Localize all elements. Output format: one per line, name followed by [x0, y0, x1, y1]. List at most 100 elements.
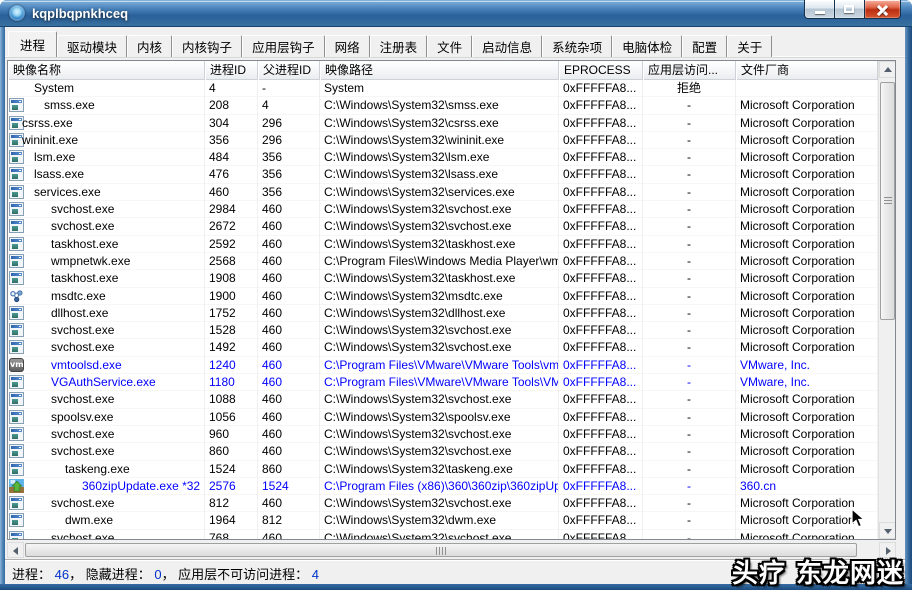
vertical-scrollbar-thumb[interactable]	[880, 82, 895, 320]
process-row-csrss-exe[interactable]: csrss.exe304296C:\Windows\System32\csrss…	[8, 115, 878, 132]
process-row-taskeng-exe[interactable]: taskeng.exe1524860C:\Windows\System32\ta…	[8, 461, 878, 478]
scroll-down-button[interactable]	[879, 522, 896, 539]
tab-3[interactable]: 内核钩子	[172, 35, 242, 57]
process-row-msdtc-exe[interactable]: msdtc.exe1900460C:\Windows\System32\msdt…	[8, 288, 878, 305]
column-header-access[interactable]: 应用层访问...	[643, 61, 736, 80]
cell-access: -	[643, 236, 736, 253]
process-row-taskhost-exe[interactable]: taskhost.exe1908460C:\Windows\System32\t…	[8, 270, 878, 287]
tab-process[interactable]: 进程	[8, 31, 57, 57]
process-row-svchost-exe[interactable]: svchost.exe1088460C:\Windows\System32\sv…	[8, 391, 878, 408]
application-icon	[9, 271, 24, 285]
process-row-system[interactable]: System4-System0xFFFFFA8...拒绝	[8, 80, 878, 97]
tab-5[interactable]: 网络	[325, 35, 370, 57]
process-row-vgauthservice-exe[interactable]: VGAuthService.exe1180460C:\Program Files…	[8, 374, 878, 391]
column-header-name[interactable]: 映像名称	[8, 61, 205, 80]
cell-access: -	[643, 495, 736, 512]
process-row-svchost-exe[interactable]: svchost.exe1492460C:\Windows\System32\sv…	[8, 339, 878, 356]
process-row-vmtoolsd-exe[interactable]: vmvmtoolsd.exe1240460C:\Program Files\VM…	[8, 357, 878, 374]
process-row-services-exe[interactable]: services.exe460356C:\Windows\System32\se…	[8, 184, 878, 201]
close-button[interactable]	[865, 0, 901, 19]
cell-pid: 356	[205, 132, 258, 149]
column-header-path[interactable]: 映像路径	[320, 61, 559, 80]
cell-eprocess: 0xFFFFFA8...	[559, 391, 643, 408]
tab-11[interactable]: 配置	[682, 35, 727, 57]
process-row-svchost-exe[interactable]: svchost.exe960460C:\Windows\System32\svc…	[8, 426, 878, 443]
cell-path: C:\Program Files (x86)\360\360zip\360zip…	[320, 478, 559, 495]
process-name: vmtoolsd.exe	[51, 357, 122, 374]
process-row-dwm-exe[interactable]: dwm.exe1964812C:\Windows\System32\dwm.ex…	[8, 512, 878, 529]
cell-name: services.exe	[8, 184, 205, 201]
tab-7[interactable]: 文件	[427, 35, 472, 57]
process-name: 360zipUpdate.exe *32	[82, 478, 200, 495]
process-row-spoolsv-exe[interactable]: spoolsv.exe1056460C:\Windows\System32\sp…	[8, 409, 878, 426]
maximize-button[interactable]	[835, 0, 865, 19]
tab-1[interactable]: 驱动模块	[57, 35, 127, 57]
cell-access: -	[643, 270, 736, 287]
process-name: csrss.exe	[22, 115, 73, 132]
process-row-svchost-exe[interactable]: svchost.exe768460C:\Windows\System32\svc…	[8, 530, 878, 539]
tab-6[interactable]: 注册表	[370, 35, 428, 57]
cell-ppid: 460	[258, 236, 320, 253]
cell-path: C:\Windows\System32\taskhost.exe	[320, 270, 559, 287]
process-row-taskhost-exe[interactable]: taskhost.exe2592460C:\Windows\System32\t…	[8, 236, 878, 253]
cell-eprocess: 0xFFFFFA8...	[559, 357, 643, 374]
cell-access: -	[643, 478, 736, 495]
process-row-wmpnetwk-exe[interactable]: wmpnetwk.exe2568460C:\Program Files\Wind…	[8, 253, 878, 270]
title-bar[interactable]: kqplbqpnkhceq	[0, 0, 912, 27]
process-row-smss-exe[interactable]: smss.exe2084C:\Windows\System32\smss.exe…	[8, 97, 878, 114]
cell-pid: 2568	[205, 253, 258, 270]
cell-ppid: 296	[258, 132, 320, 149]
process-row-svchost-exe[interactable]: svchost.exe812460C:\Windows\System32\svc…	[8, 495, 878, 512]
cell-path: C:\Windows\System32\lsass.exe	[320, 166, 559, 183]
maximize-icon	[844, 5, 854, 13]
application-icon	[9, 392, 24, 406]
tab-8[interactable]: 启动信息	[472, 35, 542, 57]
cell-path: C:\Windows\System32\svchost.exe	[320, 218, 559, 235]
process-row-svchost-exe[interactable]: svchost.exe2984460C:\Windows\System32\sv…	[8, 201, 878, 218]
process-viewer-window: kqplbqpnkhceq 进程驱动模块内核内核钩子应用层钩子网络注册表文件启动…	[0, 0, 912, 590]
process-row-svchost-exe[interactable]: svchost.exe860460C:\Windows\System32\svc…	[8, 443, 878, 460]
column-header-pid[interactable]: 进程ID	[205, 61, 258, 80]
cell-access: -	[643, 253, 736, 270]
column-header-ppid[interactable]: 父进程ID	[258, 61, 320, 80]
cell-vendor: Microsoft Corporation	[736, 443, 878, 460]
table-header-row: 映像名称进程ID父进程ID映像路径EPROCESS应用层访问...文件厂商	[8, 61, 878, 80]
cell-name: svchost.exe	[8, 495, 205, 512]
application-icon	[9, 462, 24, 476]
cell-path: C:\Windows\System32\services.exe	[320, 184, 559, 201]
process-row-360zipupdate-exe-32[interactable]: 360zipUpdate.exe *3225761524C:\Program F…	[8, 478, 878, 495]
cell-ppid: 460	[258, 339, 320, 356]
process-row-svchost-exe[interactable]: svchost.exe2672460C:\Windows\System32\sv…	[8, 218, 878, 235]
tab-10[interactable]: 电脑体检	[612, 35, 682, 57]
minimize-button[interactable]	[804, 0, 835, 19]
process-row-wininit-exe[interactable]: wininit.exe356296C:\Windows\System32\win…	[8, 132, 878, 149]
cell-eprocess: 0xFFFFFA8...	[559, 253, 643, 270]
process-row-svchost-exe[interactable]: svchost.exe1528460C:\Windows\System32\sv…	[8, 322, 878, 339]
scroll-left-button[interactable]	[7, 542, 24, 558]
process-row-lsm-exe[interactable]: lsm.exe484356C:\Windows\System32\lsm.exe…	[8, 149, 878, 166]
cell-eprocess: 0xFFFFFA8...	[559, 443, 643, 460]
tab-4[interactable]: 应用层钩子	[242, 35, 325, 57]
cell-ppid: 812	[258, 512, 320, 529]
tab-9[interactable]: 系统杂项	[542, 35, 612, 57]
cell-path: C:\Windows\System32\msdtc.exe	[320, 288, 559, 305]
cell-name: smss.exe	[8, 97, 205, 114]
scroll-up-button[interactable]	[879, 61, 896, 78]
arrow-up-icon	[884, 67, 892, 72]
process-row-lsass-exe[interactable]: lsass.exe476356C:\Windows\System32\lsass…	[8, 166, 878, 183]
tab-12[interactable]: 关于	[727, 35, 772, 57]
tab-2[interactable]: 内核	[127, 35, 172, 57]
status-label: ， 应用层不可访问进程：	[162, 567, 312, 582]
process-name: svchost.exe	[51, 426, 114, 443]
vertical-scrollbar[interactable]	[878, 61, 895, 539]
cell-eprocess: 0xFFFFFA8...	[559, 132, 643, 149]
app-icon	[9, 5, 25, 21]
column-header-vendor[interactable]: 文件厂商	[736, 61, 878, 80]
cell-eprocess: 0xFFFFFA8...	[559, 115, 643, 132]
process-row-dllhost-exe[interactable]: dllhost.exe1752460C:\Windows\System32\dl…	[8, 305, 878, 322]
cell-access: -	[643, 288, 736, 305]
column-header-eprocess[interactable]: EPROCESS	[559, 61, 643, 80]
cell-name: svchost.exe	[8, 443, 205, 460]
cell-name: lsm.exe	[8, 149, 205, 166]
process-name: dwm.exe	[65, 512, 113, 529]
